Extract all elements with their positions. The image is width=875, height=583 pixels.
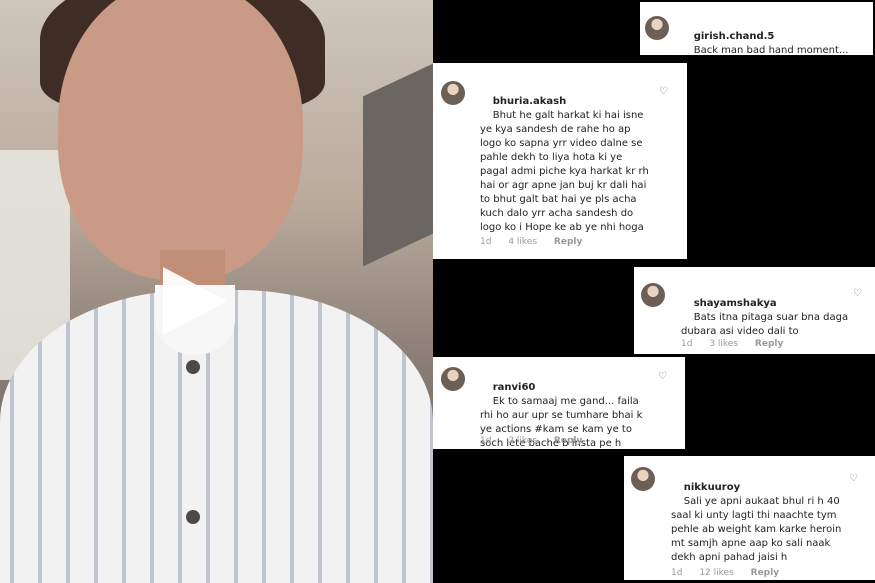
comment-username[interactable]: ranvi60	[493, 382, 536, 393]
heart-icon[interactable]: ♡	[853, 289, 863, 299]
comment-likes[interactable]: 4 likes	[508, 237, 537, 247]
heart-icon[interactable]: ♡	[659, 87, 669, 97]
comment-text: Bhut he galt harkat ki hai isne ye kya s…	[480, 110, 652, 233]
heart-icon[interactable]: ♡	[658, 372, 668, 382]
person-face	[58, 0, 303, 280]
comment-likes[interactable]: 12 likes	[699, 568, 733, 578]
comment-username[interactable]: nikkuuroy	[684, 482, 740, 493]
comment-username[interactable]: shayamshakya	[694, 298, 777, 309]
comment-time: 1d	[480, 436, 492, 446]
comment-time: 1d	[671, 568, 683, 578]
comment-text: Bats itna pitaga suar bna daga dubara as…	[681, 312, 852, 337]
reply-button[interactable]: Reply	[751, 568, 779, 578]
shirt-button	[186, 510, 200, 524]
avatar[interactable]	[641, 283, 665, 307]
comment-time: 1d	[681, 339, 693, 349]
comment-text: Back man bad hand moment...	[693, 45, 849, 56]
reply-button[interactable]: Reply	[554, 237, 582, 247]
reply-button[interactable]: Reply	[755, 339, 783, 349]
comment-username[interactable]: bhuria.akash	[493, 96, 567, 107]
avatar[interactable]	[441, 367, 465, 391]
comment-card: bhuria.akash Bhut he galt harkat ki hai …	[433, 63, 687, 259]
comment-meta: 1d 2 likes Reply	[480, 434, 596, 448]
comment-meta: 1d 3 likes Reply	[681, 337, 797, 351]
background-frame	[363, 63, 433, 267]
comment-time: 1d	[480, 237, 492, 247]
comment-username[interactable]: girish.chand.5	[694, 31, 775, 42]
comment-card: girish.chand.5 Back man bad hand moment.…	[640, 2, 873, 56]
avatar[interactable]	[645, 16, 669, 40]
reply-button[interactable]: Reply	[554, 436, 582, 446]
heart-icon[interactable]: ♡	[849, 474, 859, 484]
comment-likes[interactable]: 3 likes	[709, 339, 738, 349]
shirt-button	[186, 360, 200, 374]
video-player[interactable]	[0, 0, 433, 583]
comment-meta: 1d 12 likes Reply	[671, 566, 793, 580]
avatar[interactable]	[631, 467, 655, 491]
play-icon[interactable]	[163, 267, 227, 335]
comment-card: nikkuuroy Sali ye apni aukaat bhul ri h …	[624, 456, 875, 580]
comment-card: shayamshakya Bats itna pitaga suar bna d…	[634, 267, 875, 354]
comment-text: Sali ye apni aukaat bhul ri h 40 saal ki…	[671, 496, 845, 563]
comment-likes[interactable]: 2 likes	[508, 436, 537, 446]
comment-card: ranvi60 Ek to samaaj me gand... faila rh…	[433, 357, 685, 449]
avatar[interactable]	[441, 81, 465, 105]
comment-meta: 1d 4 likes Reply	[480, 235, 596, 249]
